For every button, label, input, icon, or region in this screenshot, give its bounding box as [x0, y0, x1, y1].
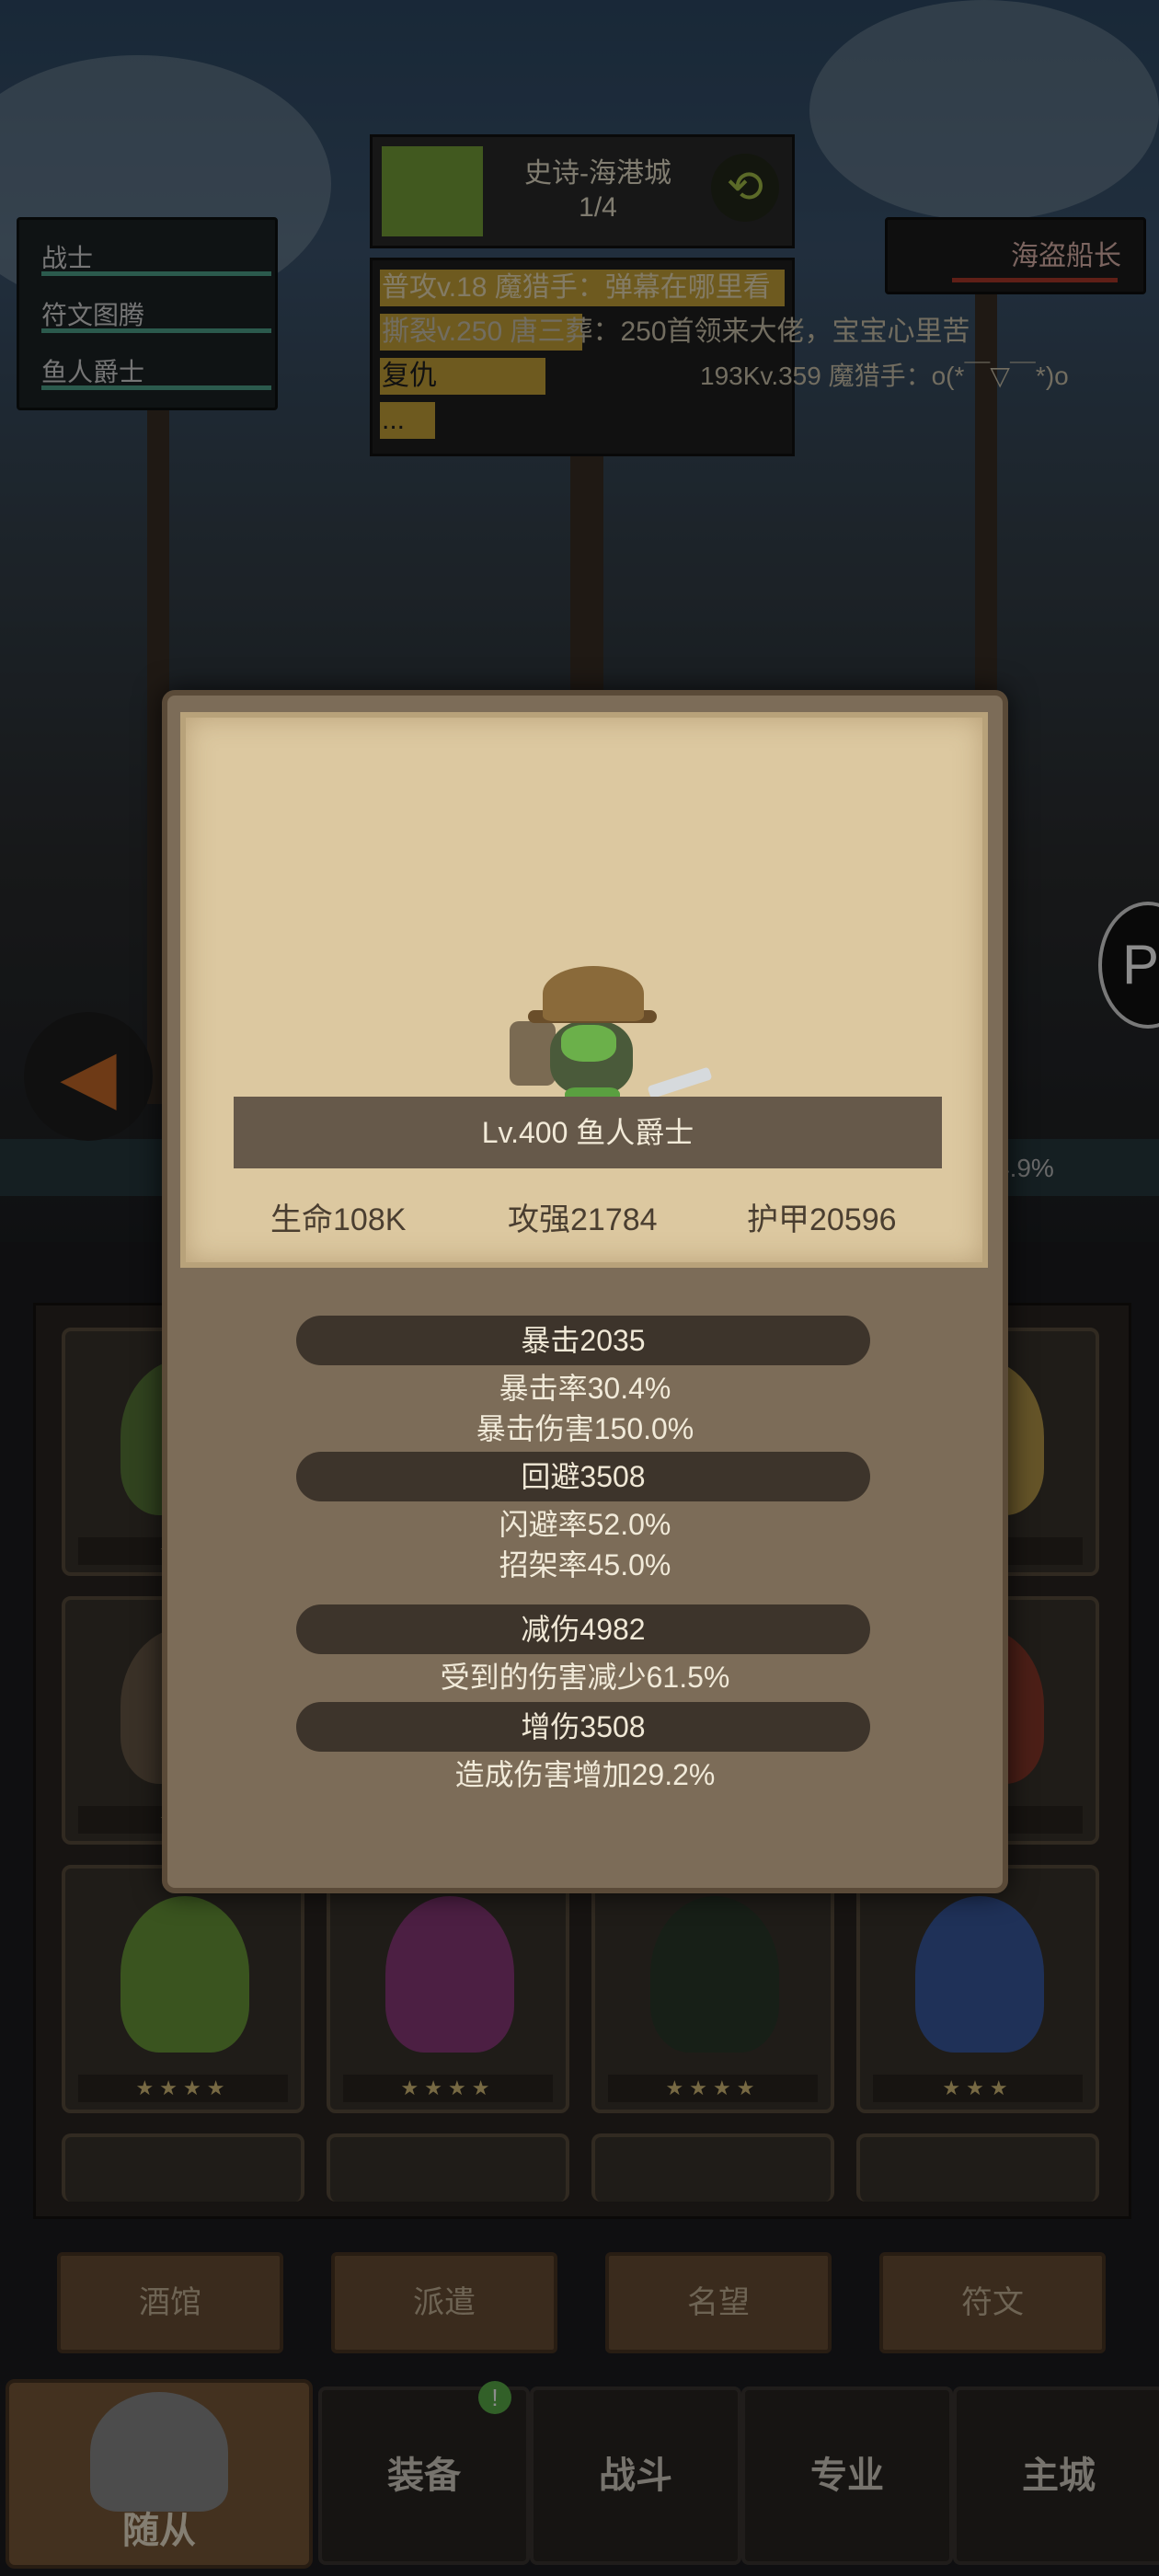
backpack [510, 1021, 556, 1086]
stat-attack: 攻强21784 [508, 1202, 658, 1237]
hero-face [561, 1025, 616, 1062]
stat-line: 暴击率30.4% [499, 1372, 671, 1405]
stat-line: 造成伤害增加29.2% [454, 1758, 716, 1791]
stat-hp: 生命108K [270, 1202, 407, 1237]
hero-detail-modal: Lv.400 鱼人爵士 生命108K 攻强21784 护甲20596 暴击203… [162, 690, 1008, 1893]
stat-line: 招架率45.0% [499, 1548, 671, 1581]
hero-name: Lv.400 鱼人爵士 [234, 1097, 942, 1168]
hero-hat [543, 966, 644, 1021]
hero-portrait-panel: Lv.400 鱼人爵士 生命108K 攻强21784 护甲20596 [180, 712, 988, 1268]
sword-icon [647, 1066, 713, 1099]
section-evasion: 回避3508 [296, 1452, 870, 1501]
section-damage-reduction: 减伤4982 [296, 1604, 870, 1654]
section-damage-increase: 增伤3508 [296, 1702, 870, 1752]
stat-armor: 护甲20596 [747, 1202, 897, 1237]
section-crit: 暴击2035 [296, 1316, 870, 1365]
stat-line: 闪避率52.0% [499, 1508, 671, 1541]
stat-line: 受到的伤害减少61.5% [440, 1661, 730, 1694]
stat-line: 暴击伤害150.0% [476, 1412, 694, 1445]
